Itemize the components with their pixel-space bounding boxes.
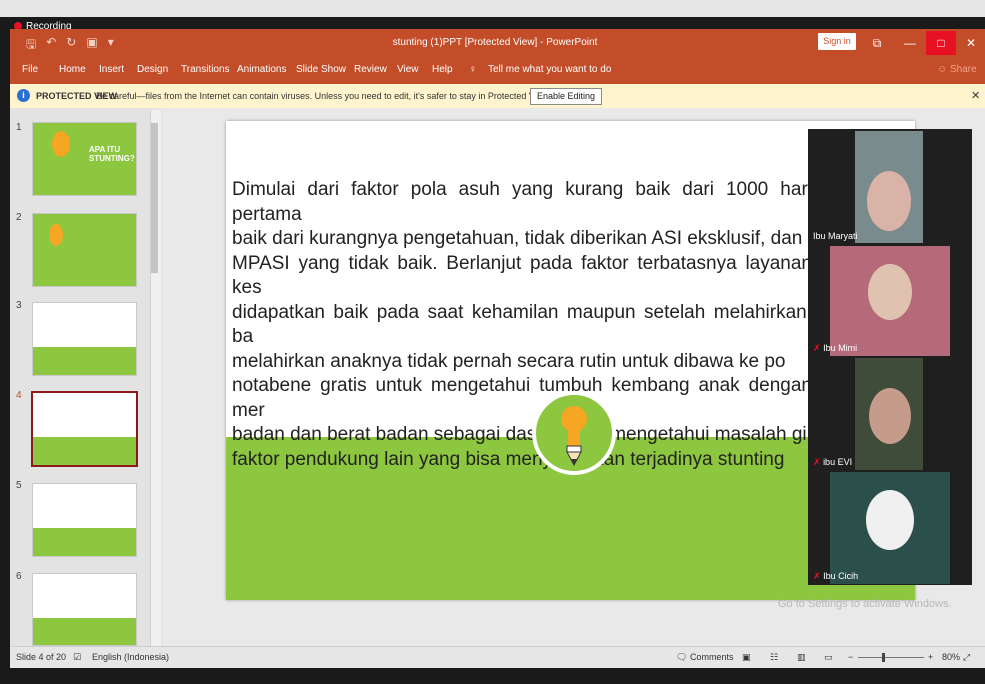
slide-line: baik dari kurangnya pengetahuan, tidak d…	[232, 228, 803, 249]
ribbon-display-icon[interactable]: ⧉	[862, 31, 892, 55]
participant-avatar	[867, 171, 911, 231]
sign-in-button[interactable]: Sign in	[818, 33, 856, 50]
zoom-slider-handle[interactable]	[882, 653, 885, 662]
undo-icon[interactable]: ↶	[46, 35, 56, 56]
customize-icon[interactable]: ▾	[108, 35, 114, 56]
zoom-out-icon[interactable]: −	[848, 652, 853, 662]
quick-access-toolbar: 🖫 ↶ ↻ ▣ ▾	[26, 35, 114, 56]
tab-view[interactable]: View	[397, 64, 419, 75]
tab-home[interactable]: Home	[59, 64, 86, 75]
close-icon[interactable]: ✕	[971, 89, 980, 102]
participant-name: ✗ ibu EVI	[813, 457, 852, 468]
minimize-button[interactable]: —	[895, 31, 925, 55]
top-band	[0, 0, 985, 17]
thumb-number: 2	[16, 212, 22, 223]
tab-slide-show[interactable]: Slide Show	[296, 64, 346, 75]
shield-icon: i	[17, 89, 30, 102]
window-title: stunting (1)PPT [Protected View] - Power…	[392, 37, 598, 48]
thumb-title: APA ITU STUNTING?	[89, 145, 135, 163]
mic-muted-icon: ✗	[813, 343, 821, 353]
participant-avatar	[868, 264, 912, 320]
mic-muted-icon: ✗	[813, 571, 821, 581]
participant-tile[interactable]	[830, 472, 950, 584]
participant-name-label: Ibu Cicih	[823, 571, 859, 581]
tab-help[interactable]: Help	[432, 64, 453, 75]
bulb-icon	[49, 224, 63, 246]
tab-animations[interactable]: Animations	[237, 64, 286, 75]
save-icon[interactable]: 🖫	[26, 35, 36, 56]
comments-button[interactable]: 🗨 Comments	[676, 652, 733, 663]
slide-line: MPASI yang tidak baik. Berlanjut pada fa…	[232, 252, 812, 299]
participant-avatar	[869, 388, 911, 444]
comments-label: Comments	[689, 652, 734, 662]
slide-thumbnail-3[interactable]	[32, 302, 137, 376]
slide-thumbnail-6[interactable]	[32, 573, 137, 646]
slide-line: Dimulai dari faktor pola asuh yang kuran…	[232, 179, 812, 225]
tab-file[interactable]: File	[22, 64, 38, 75]
reading-view-icon[interactable]: ▥	[797, 652, 806, 663]
language-indicator[interactable]: English (Indonesia)	[92, 652, 169, 662]
bulb-badge	[532, 391, 616, 475]
tab-insert[interactable]: Insert	[99, 64, 124, 75]
mic-muted-icon: ✗	[813, 457, 821, 467]
close-button[interactable]: ✕	[956, 31, 985, 55]
protected-view-message: Be careful—files from the Internet can c…	[96, 91, 551, 101]
spellcheck-icon[interactable]: ☑	[73, 652, 81, 663]
lightbulb-pencil-icon	[561, 406, 587, 467]
slide-thumbnail-4[interactable]	[31, 391, 138, 467]
thumb-number: 6	[16, 571, 22, 582]
scrollbar-thumb[interactable]	[151, 123, 158, 273]
participant-name-label: ibu EVI	[823, 457, 853, 467]
enable-editing-button[interactable]: Enable Editing	[530, 88, 602, 105]
thumb-number: 3	[16, 300, 22, 311]
bulb-icon	[52, 131, 70, 157]
lightbulb-icon: ♀	[469, 64, 477, 75]
thumb-number: 4	[16, 390, 22, 401]
slide-thumbnail-5[interactable]	[32, 483, 137, 557]
zoom-in-icon[interactable]: +	[928, 652, 933, 662]
zoom-level[interactable]: 80%	[942, 652, 960, 662]
slide-line: faktor pendukung lain yang bisa menyebab…	[232, 448, 785, 470]
fit-slide-icon[interactable]: ⤢	[963, 652, 970, 663]
participant-tile[interactable]	[855, 358, 923, 470]
bottom-band	[0, 668, 985, 684]
slideshow-view-icon[interactable]: ▭	[824, 652, 833, 663]
thumb-number: 5	[16, 480, 22, 491]
slide-thumbnail-1[interactable]: APA ITU STUNTING?	[32, 122, 137, 196]
participant-name-label: Ibu Mimi	[823, 343, 858, 353]
participant-tile[interactable]	[830, 246, 950, 356]
share-button[interactable]: ☺ Share	[937, 64, 977, 75]
participant-name: ✗ Ibu Mimi	[813, 343, 857, 354]
zoom-slider[interactable]	[858, 657, 924, 658]
slide-line: badan dan berat badan sebagai dasar untu…	[232, 424, 807, 445]
participant-name: Ibu Maryati	[813, 231, 858, 241]
maximize-button[interactable]: □	[926, 31, 956, 55]
activation-watermark: Go to Settings to activate Windows.	[778, 598, 952, 610]
share-label: Share	[950, 64, 977, 75]
participant-avatar	[866, 490, 914, 550]
slide-counter: Slide 4 of 20	[16, 652, 67, 662]
tab-design[interactable]: Design	[137, 64, 168, 75]
thumb-number: 1	[16, 122, 22, 133]
participant-tile[interactable]	[855, 131, 923, 243]
tab-review[interactable]: Review	[354, 64, 387, 75]
slide-line: notabene gratis untuk mengetahui tumbuh …	[232, 375, 812, 421]
tell-me-search[interactable]: Tell me what you want to do	[488, 64, 611, 75]
participant-name: ✗ Ibu Cicih	[813, 571, 858, 582]
tab-transitions[interactable]: Transitions	[181, 64, 230, 75]
slide-line: melahirkan anaknya tidak pernah secara r…	[232, 350, 786, 372]
slide-thumbnail-2[interactable]	[32, 213, 137, 287]
slide-line: didapatkan baik pada saat kehamilan maup…	[232, 301, 812, 348]
redo-icon[interactable]: ↻	[66, 35, 76, 56]
slide-sorter-icon[interactable]: ☷	[770, 652, 778, 663]
slide-body-text: Dimulai dari faktor pola asuh yang kuran…	[232, 178, 812, 472]
present-icon[interactable]: ▣	[86, 35, 97, 56]
normal-view-icon[interactable]: ▣	[742, 652, 751, 663]
